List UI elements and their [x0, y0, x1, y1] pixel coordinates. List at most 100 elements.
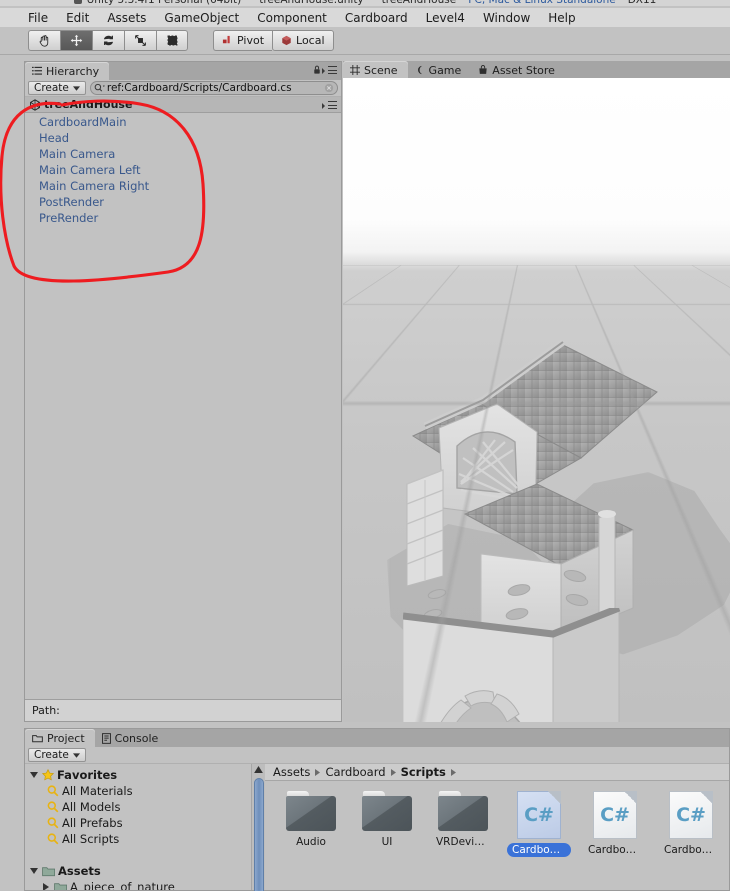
handle-space-button[interactable]: Local	[272, 30, 334, 51]
asset-item-vrdevices[interactable]: VRDevices	[431, 791, 495, 857]
folder-icon	[362, 791, 412, 831]
menu-item-cardboard[interactable]: Cardboard	[345, 11, 408, 25]
scroll-up-arrow-icon[interactable]	[254, 766, 263, 773]
menu-item-help[interactable]: Help	[548, 11, 575, 25]
tree-row-all-models[interactable]: All Models	[25, 799, 251, 815]
scene-viewport[interactable]	[343, 78, 730, 722]
asset-item-ui[interactable]: UI	[355, 791, 419, 857]
project-create-button[interactable]: Create	[28, 748, 86, 762]
hierarchy-item-cardboardmain[interactable]: CardboardMain	[25, 114, 341, 130]
menu-item-level4[interactable]: Level4	[426, 11, 465, 25]
folder-icon	[32, 734, 43, 743]
rect-transform-icon	[166, 34, 179, 47]
menu-item-component[interactable]: Component	[257, 11, 327, 25]
chevron-down-icon	[72, 752, 80, 758]
hierarchy-search-field[interactable]: ref:Cardboard/Scripts/Cardboard.cs	[89, 81, 338, 95]
menu-item-window[interactable]: Window	[483, 11, 530, 25]
tree-row-label: All Models	[62, 800, 121, 814]
twisty-expanded-icon[interactable]	[29, 868, 39, 874]
menu-item-gameobject[interactable]: GameObject	[164, 11, 239, 25]
project-body: Favorites All Materials All Models All P…	[25, 764, 729, 891]
hierarchy-tabstrip-controls	[313, 65, 337, 75]
hierarchy-item-main-camera-right[interactable]: Main Camera Right	[25, 178, 341, 194]
scene-row-menu-icon[interactable]	[322, 101, 337, 109]
folder-icon	[54, 882, 67, 890]
asset-grid: Audio UI VRDevices C# Cardboard C# Cardb…	[265, 781, 729, 857]
hierarchy-item-label: CardboardMain	[39, 115, 127, 129]
scrollbar-thumb[interactable]	[254, 778, 264, 891]
tree-row-favorites[interactable]: Favorites	[25, 767, 251, 783]
tab-hierarchy-label: Hierarchy	[46, 64, 100, 78]
tree-row-all-scripts[interactable]: All Scripts	[25, 831, 251, 847]
twisty-collapsed-icon[interactable]	[41, 883, 51, 890]
hierarchy-item-main-camera-left[interactable]: Main Camera Left	[25, 162, 341, 178]
hierarchy-icon	[32, 66, 42, 76]
menu-item-file[interactable]: File	[28, 11, 48, 25]
tab-project[interactable]: Project	[25, 729, 95, 747]
menu-item-assets[interactable]: Assets	[107, 11, 146, 25]
tab-hierarchy[interactable]: Hierarchy	[25, 62, 110, 80]
transform-tool-group	[28, 30, 188, 51]
hierarchy-create-button[interactable]: Create	[28, 81, 86, 95]
handle-space-label: Local	[296, 34, 325, 47]
tree-row-a-piece-of-nature[interactable]: A_piece_of_nature	[25, 879, 251, 890]
breadcrumb-cardboard[interactable]: Cardboard	[325, 765, 385, 779]
pivot-mode-button[interactable]: Pivot	[213, 30, 273, 51]
asset-item-cardboard-3[interactable]: C# Cardboard…	[659, 791, 723, 857]
hierarchy-search-value: ref:Cardboard/Scripts/Cardboard.cs	[106, 82, 292, 94]
breadcrumb-separator-icon	[315, 768, 321, 776]
asset-item-cardboard-selected[interactable]: C# Cardboard	[507, 791, 571, 857]
clear-search-icon[interactable]	[324, 83, 334, 93]
window-title-1: treeAndHouse.unity	[259, 0, 364, 6]
csharp-script-icon: C#	[669, 791, 713, 839]
breadcrumb-assets[interactable]: Assets	[273, 765, 310, 779]
hierarchy-item-head[interactable]: Head	[25, 130, 341, 146]
search-icon	[47, 801, 59, 813]
hierarchy-scene-row[interactable]: treeAndHouse	[25, 97, 341, 113]
project-toolbar: Create	[25, 747, 729, 764]
star-icon	[42, 769, 54, 781]
asset-item-audio[interactable]: Audio	[279, 791, 343, 857]
twisty-expanded-icon[interactable]	[29, 772, 39, 778]
breadcrumb-separator-icon	[450, 768, 456, 776]
tab-asset-store[interactable]: Asset Store	[471, 61, 565, 79]
menu-item-edit[interactable]: Edit	[66, 11, 89, 25]
tree-row-all-materials[interactable]: All Materials	[25, 783, 251, 799]
hand-icon	[38, 34, 51, 47]
breadcrumb-scripts[interactable]: Scripts	[401, 765, 446, 779]
tree-row-all-prefabs[interactable]: All Prefabs	[25, 815, 251, 831]
house-model	[406, 339, 658, 638]
tab-game-label: Game	[428, 63, 462, 77]
scene-tabstrip: Scene Game Asset Store	[343, 61, 730, 79]
tree-row-assets[interactable]: Assets	[25, 863, 251, 879]
hierarchy-item-postrender[interactable]: PostRender	[25, 194, 341, 210]
hierarchy-item-main-camera[interactable]: Main Camera	[25, 146, 341, 162]
asset-label: Audio	[296, 836, 326, 848]
tab-console[interactable]: Console	[94, 729, 169, 747]
path-label: Path:	[32, 704, 60, 717]
pivot-tool-group: Pivot Local	[213, 30, 334, 51]
scale-tool-button[interactable]	[124, 30, 156, 51]
hierarchy-create-label: Create	[34, 82, 69, 94]
hand-tool-button[interactable]	[28, 30, 60, 51]
project-tree-scrollbar[interactable]	[251, 764, 265, 891]
pivot-icon	[222, 35, 233, 46]
unity-editor-window: Unity 5.3.4f1 Personal (64bit) treeAndHo…	[0, 0, 730, 891]
move-tool-button[interactable]	[60, 30, 92, 51]
hierarchy-tabstrip: Hierarchy	[25, 62, 341, 80]
project-tabstrip: Project Console	[25, 729, 729, 747]
hierarchy-menu-icon[interactable]	[322, 66, 337, 74]
hierarchy-item-prerender[interactable]: PreRender	[25, 210, 341, 226]
lock-icon[interactable]	[313, 65, 321, 75]
window-title-0: Unity 5.3.4f1 Personal (64bit)	[86, 0, 242, 6]
console-icon	[101, 732, 111, 744]
tab-game[interactable]: Game	[407, 61, 472, 79]
rotate-tool-button[interactable]	[92, 30, 124, 51]
search-icon	[47, 833, 59, 845]
rect-tool-button[interactable]	[156, 30, 188, 51]
asset-item-cardboard-2[interactable]: C# Cardboard…	[583, 791, 647, 857]
asset-label: VRDevices	[436, 836, 492, 848]
local-space-icon	[281, 35, 292, 46]
hierarchy-item-label: Main Camera Left	[39, 163, 141, 177]
tab-scene[interactable]: Scene	[343, 61, 408, 79]
